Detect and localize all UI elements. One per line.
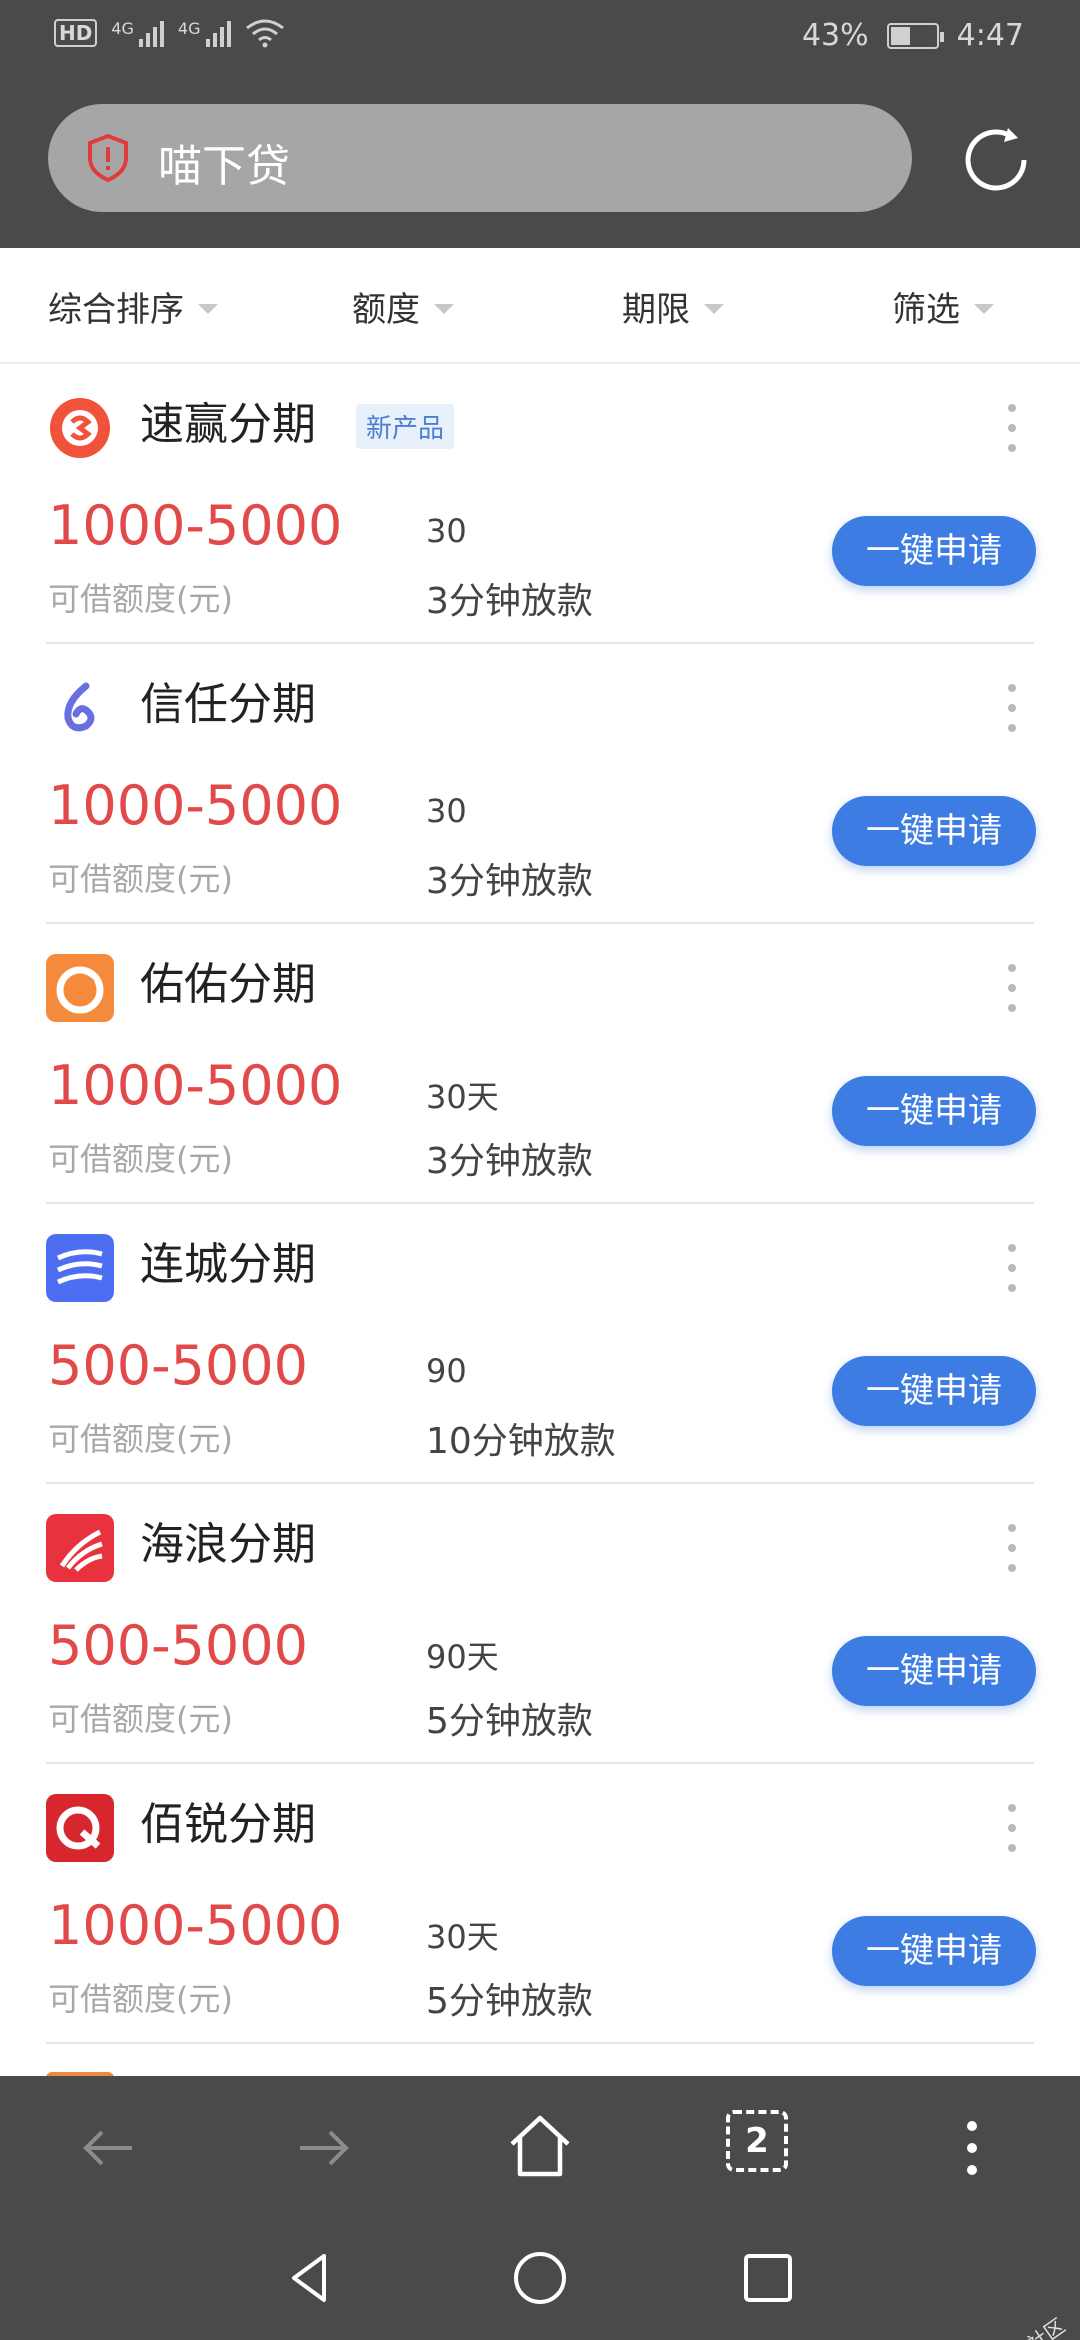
product-name: 佰锐分期 [140,1799,316,1850]
apply-button[interactable]: 一键申请 [832,1356,1036,1426]
loan-amount: 500-5000 [48,1334,308,1397]
caret-down-icon [974,303,994,314]
filter-amount[interactable]: 额度 [352,282,454,331]
product-name: 信任分期 [140,679,316,730]
filter-amount-label: 额度 [352,290,420,330]
product-card[interactable]: 佑佑分期 1000-5000 可借额度(元) 30天 3分钟放款 一键申请 [0,924,1080,1204]
shield-alert-icon [88,134,128,182]
divider [46,2042,1034,2044]
apply-button[interactable]: 一键申请 [832,1636,1036,1706]
loan-amount-label: 可借额度(元) [48,1700,233,1738]
product-name: 佑佑分期 [140,959,316,1010]
hd-label: HD [54,19,98,47]
disbursement-speed: 3分钟放款 [426,581,593,622]
loan-term: 30 [426,512,467,550]
apply-button[interactable]: 一键申请 [832,1916,1036,1986]
product-name: 海浪分期 [140,1519,316,1570]
disbursement-speed: 5分钟放款 [426,1701,593,1742]
filter-sort[interactable]: 综合排序 [48,282,218,331]
loan-amount: 1000-5000 [48,1054,343,1117]
top-header: HD 4G 4G 43% 4:47 喵下贷 [0,0,1080,248]
signal-icon: 4G [111,19,164,47]
more-options-icon[interactable] [1004,1244,1020,1292]
disbursement-speed: 3分钟放款 [426,861,593,902]
more-options-icon[interactable] [1004,1524,1020,1572]
network-type-1: 4G [111,19,134,38]
product-name: 速赢分期 [140,399,316,450]
battery-icon [886,22,944,49]
disbursement-speed: 10分钟放款 [426,1421,616,1462]
disbursement-speed: 3分钟放款 [426,1141,593,1182]
product-card[interactable]: 海浪分期 500-5000 可借额度(元) 90天 5分钟放款 一键申请 [0,1484,1080,1764]
loan-amount-label: 可借额度(元) [48,860,233,898]
more-options-icon[interactable] [1004,1804,1020,1852]
filter-screen[interactable]: 筛选 [892,282,994,331]
loan-amount-label: 可借额度(元) [48,1140,233,1178]
nav-home-icon[interactable] [510,2248,570,2308]
network-type-2: 4G [177,19,201,38]
loan-amount: 500-5000 [48,1614,308,1677]
loan-amount-label: 可借额度(元) [48,580,233,618]
nav-recents-icon[interactable] [738,2248,798,2308]
new-product-badge: 新产品 [356,404,455,449]
more-options-icon[interactable] [1004,404,1020,452]
loan-term: 30天 [426,1078,499,1116]
home-icon[interactable] [506,2112,574,2180]
filter-screen-label: 筛选 [892,290,960,330]
product-card[interactable]: 信任分期 1000-5000 可借额度(元) 30 3分钟放款 一键申请 [0,644,1080,924]
loan-amount: 1000-5000 [48,774,343,837]
product-logo-icon [46,674,114,742]
clock: 4:47 [956,18,1024,53]
more-options-icon[interactable] [1004,964,1020,1012]
apply-button[interactable]: 一键申请 [832,1076,1036,1146]
product-logo-icon [46,1234,114,1302]
caret-down-icon [704,303,724,314]
battery-percent: 43% [801,18,869,53]
browser-toolbar: 2 [0,2076,1080,2216]
wifi-icon [245,19,284,48]
loan-amount-label: 可借额度(元) [48,1980,233,2018]
product-card[interactable]: 连城分期 500-5000 可借额度(元) 90 10分钟放款 一键申请 [0,1204,1080,1484]
search-input[interactable]: 喵下贷 [158,130,290,194]
disbursement-speed: 5分钟放款 [426,1981,593,2022]
nav-back-icon[interactable] [280,2248,340,2308]
filter-term-label: 期限 [622,290,690,330]
loan-term: 30天 [426,1918,499,1956]
signal-icon-2: 4G [178,19,231,47]
caret-down-icon [434,303,454,314]
product-logo-icon [46,954,114,1022]
product-card[interactable]: 速赢分期 新产品 1000-5000 可借额度(元) 30 3分钟放款 一键申请 [0,364,1080,644]
loan-term: 30 [426,792,467,830]
caret-down-icon [198,303,218,314]
status-bar: HD 4G 4G 43% 4:47 [0,0,1080,72]
tabs-count-button[interactable]: 2 [726,2110,788,2172]
product-logo-icon [46,1514,114,1582]
filter-term[interactable]: 期限 [622,282,724,331]
loan-amount-label: 可借额度(元) [48,1420,233,1458]
search-bar[interactable]: 喵下贷 [48,104,912,212]
apply-button[interactable]: 一键申请 [832,796,1036,866]
filter-bar: 综合排序 额度 期限 筛选 [0,248,1080,364]
product-logo-icon [46,394,114,462]
system-nav-bar: 卡农社区 [0,2216,1080,2340]
loan-term: 90天 [426,1638,499,1676]
product-card[interactable]: 佰锐分期 1000-5000 可借额度(元) 30天 5分钟放款 一键申请 [0,1764,1080,2044]
product-name: 连城分期 [140,1239,316,1290]
watermark: 卡农社区 [988,2310,1070,2340]
filter-sort-label: 综合排序 [48,290,184,330]
back-arrow-icon[interactable] [76,2116,140,2180]
refresh-icon[interactable] [958,122,1034,198]
more-vertical-icon[interactable] [940,2116,1004,2180]
more-options-icon[interactable] [1004,684,1020,732]
loan-term: 90 [426,1352,467,1390]
forward-arrow-icon[interactable] [292,2116,356,2180]
product-logo-icon [46,1794,114,1862]
loan-amount: 1000-5000 [48,494,343,557]
apply-button[interactable]: 一键申请 [832,516,1036,586]
loan-amount: 1000-5000 [48,1894,343,1957]
